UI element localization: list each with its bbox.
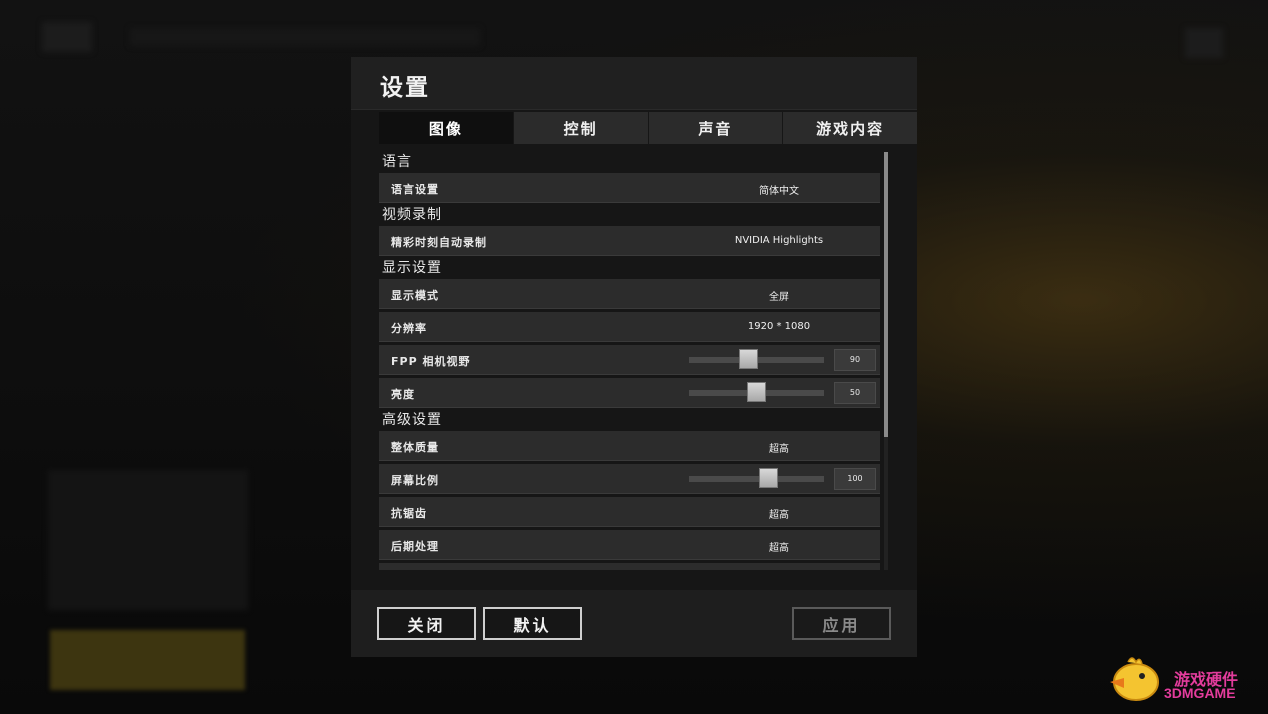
setting-label: 分辨率 [391, 322, 427, 335]
setting-label: 亮度 [391, 388, 415, 401]
setting-row-fpp-fov: FPP 相机视野 90 [379, 345, 880, 375]
dialog-title-bar: 设置 [351, 57, 917, 110]
close-button[interactable]: 关闭 [377, 607, 476, 640]
setting-label: 精彩时刻自动录制 [391, 236, 487, 249]
bg-mode-panel [48, 470, 248, 610]
tab-controls[interactable]: 控制 [513, 112, 648, 144]
tab-bar: 图像 控制 声音 游戏内容 [379, 112, 917, 144]
setting-label: 语言设置 [391, 183, 439, 196]
setting-label: 后期处理 [391, 540, 439, 553]
section-language-title: 语言 [382, 154, 412, 170]
watermark-line2: 3DMGAME [1164, 685, 1236, 701]
setting-row-language[interactable]: 语言设置 简体中文 [379, 173, 880, 203]
tab-gameplay[interactable]: 游戏内容 [783, 112, 917, 144]
bg-settings-icon [1185, 28, 1223, 58]
section-advanced-title: 高级设置 [382, 412, 442, 428]
fov-slider-thumb[interactable] [738, 349, 758, 369]
setting-row-overall-quality[interactable]: 整体质量 超高 [379, 431, 880, 461]
brightness-slider-thumb[interactable] [747, 382, 766, 402]
setting-label: 整体质量 [391, 441, 439, 454]
post-processing-select[interactable]: 超高 [719, 539, 839, 554]
setting-label: 屏幕比例 [391, 474, 439, 487]
scrollbar-thumb[interactable] [884, 152, 888, 437]
setting-row-anti-aliasing[interactable]: 抗锯齿 超高 [379, 497, 880, 527]
settings-dialog: 设置 图像 控制 声音 游戏内容 语言 语言设置 简体中文 视频录制 精彩时刻自… [351, 57, 917, 657]
setting-row-resolution[interactable]: 分辨率 1920 * 1080 [379, 312, 880, 342]
tab-sound[interactable]: 声音 [648, 112, 783, 144]
display-mode-select[interactable]: 全屏 [719, 288, 839, 303]
bg-logo [42, 22, 92, 52]
tab-graphics[interactable]: 图像 [379, 112, 513, 144]
setting-label: 抗锯齿 [391, 507, 427, 520]
overall-quality-select[interactable]: 超高 [719, 440, 839, 455]
brightness-value-input[interactable]: 50 [834, 382, 876, 404]
setting-row-screen-scale: 屏幕比例 100 [379, 464, 880, 494]
resolution-select[interactable]: 1920 * 1080 [719, 321, 839, 332]
watermark-3dmgame: 游戏硬件 3DMGAME [1102, 652, 1252, 708]
setting-row-partial[interactable] [379, 563, 880, 570]
bg-start-button [50, 630, 245, 690]
dialog-footer: 关闭 默认 应用 [351, 590, 917, 657]
setting-label: 显示模式 [391, 289, 439, 302]
setting-label: FPP 相机视野 [391, 355, 471, 368]
fov-value-input[interactable]: 90 [834, 349, 876, 371]
setting-row-highlights[interactable]: 精彩时刻自动录制 NVIDIA Highlights [379, 226, 880, 256]
settings-scrollbar[interactable] [884, 152, 888, 570]
section-video-recording-title: 视频录制 [382, 207, 442, 223]
screen-scale-slider-thumb[interactable] [758, 468, 778, 488]
setting-row-brightness: 亮度 50 [379, 378, 880, 408]
screen-scale-slider-track[interactable] [689, 476, 824, 482]
default-button[interactable]: 默认 [483, 607, 582, 640]
anti-aliasing-select[interactable]: 超高 [719, 506, 839, 521]
chick-mascot-icon [1110, 657, 1159, 701]
dialog-title: 设置 [380, 75, 430, 101]
apply-button[interactable]: 应用 [792, 607, 891, 640]
screen-scale-value-input[interactable]: 100 [834, 468, 876, 490]
setting-row-display-mode[interactable]: 显示模式 全屏 [379, 279, 880, 309]
highlights-select[interactable]: NVIDIA Highlights [719, 235, 839, 246]
bg-nav [130, 28, 480, 46]
settings-list: 语言 语言设置 简体中文 视频录制 精彩时刻自动录制 NVIDIA Highli… [379, 152, 889, 570]
section-display-title: 显示设置 [382, 260, 442, 276]
setting-row-post-processing[interactable]: 后期处理 超高 [379, 530, 880, 560]
language-select[interactable]: 简体中文 [719, 182, 839, 197]
